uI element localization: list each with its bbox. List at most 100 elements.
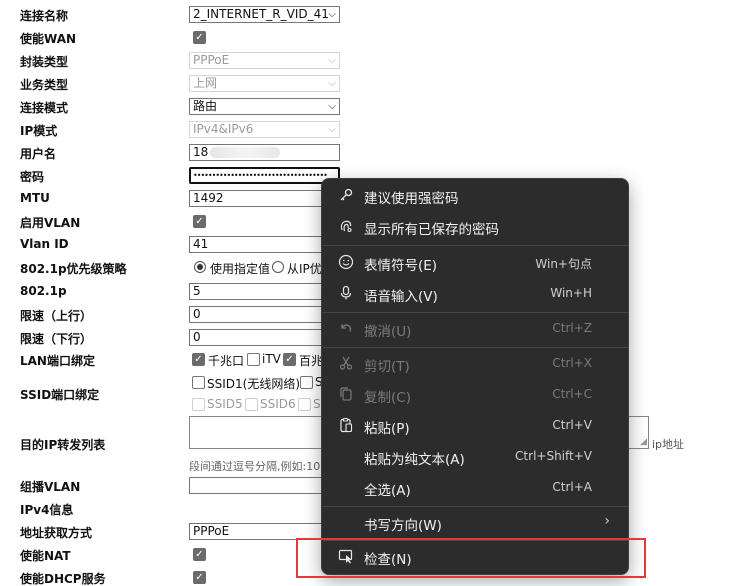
ip-mode-value: IPv4&IPv6 <box>193 122 254 136</box>
label-ip-mode: IP模式 <box>20 124 58 138</box>
menu-separator <box>323 245 629 246</box>
menu-shortcut: Ctrl+Z <box>552 321 592 335</box>
menu-shortcut: Ctrl+Shift+V <box>515 449 592 463</box>
menu-item-show-saved-passwords[interactable]: 显示所有已保存的密码 <box>328 211 624 242</box>
vlan-id-value: 41 <box>193 237 209 251</box>
menu-item-emoji[interactable]: 表情符号(E) Win+句点 <box>328 247 624 278</box>
menu-item-voice-typing[interactable]: 语音输入(V) Win+H <box>328 278 624 309</box>
priority-specified-radio[interactable] <box>194 261 206 273</box>
label-rate-limit-up: 限速（上行） <box>20 309 93 323</box>
menu-item-paste-plain-text[interactable]: 粘贴为纯文本(A) Ctrl+Shift+V <box>328 441 624 472</box>
row-connection-mode: 连接模式 路由 ⌵ <box>0 95 750 118</box>
rate-limit-down-value: 0 <box>193 330 201 344</box>
rate-limit-down-input[interactable]: 0 <box>189 329 340 346</box>
key-icon <box>338 187 354 203</box>
fingerprint-key-icon <box>338 218 354 234</box>
label-enable-dhcp: 使能DHCP服务 <box>20 572 106 586</box>
menu-shortcut: Ctrl+V <box>552 418 592 432</box>
label-enable-vlan: 启用VLAN <box>20 216 81 230</box>
label-mtu: MTU <box>20 191 50 205</box>
chevron-right-icon: › <box>604 513 610 529</box>
label-rate-limit-down: 限速（下行） <box>20 332 93 346</box>
ssid1-checkbox[interactable] <box>192 376 205 389</box>
lan-gigabit-checkbox[interactable]: ✓ <box>192 353 205 366</box>
vlan-id-input[interactable]: 41 <box>189 236 340 253</box>
ssid7-checkbox[interactable] <box>298 398 311 411</box>
label-vlan-id: Vlan ID <box>20 237 69 251</box>
emoji-icon <box>338 254 354 270</box>
resize-grip-icon[interactable]: ◢ <box>640 437 647 447</box>
row-ip-mode: IP模式 IPv4&IPv6 ⌵ <box>0 118 750 141</box>
label-lan-binding: LAN端口绑定 <box>20 354 95 368</box>
dest-ip-hint: 段间通过逗号分隔,例如:10 <box>189 460 321 473</box>
label-multicast-vlan: 组播VLAN <box>20 480 81 494</box>
highlight-annotation-box <box>296 538 646 578</box>
label-enable-wan: 使能WAN <box>20 32 77 46</box>
menu-item-copy[interactable]: 复制(C) Ctrl+C <box>328 379 624 410</box>
ssid2-checkbox[interactable] <box>300 376 313 389</box>
menu-shortcut: Ctrl+A <box>552 480 592 494</box>
menu-label: 粘贴(P) <box>364 421 410 437</box>
ssid5-checkbox[interactable] <box>192 398 205 411</box>
menu-item-undo[interactable]: 撤消(U) Ctrl+Z <box>328 313 624 344</box>
service-type-select[interactable]: 上网 ⌵ <box>189 75 340 92</box>
microphone-icon <box>338 285 354 301</box>
menu-shortcut: Win+H <box>550 286 592 300</box>
menu-shortcut: Ctrl+X <box>552 356 592 370</box>
menu-shortcut: Win+句点 <box>535 257 592 271</box>
enable-wan-checkbox[interactable]: ✓ <box>193 31 206 44</box>
chevron-down-icon: ⌵ <box>328 78 336 89</box>
enable-nat-checkbox[interactable]: ✓ <box>193 548 206 561</box>
menu-item-select-all[interactable]: 全选(A) Ctrl+A <box>328 472 624 503</box>
lan-100m-checkbox[interactable]: ✓ <box>283 353 296 366</box>
username-input[interactable]: 18 <box>189 144 340 161</box>
ssid6-label: SSID6 <box>260 397 296 411</box>
priority-specified-label: 使用指定值 <box>210 262 271 276</box>
ssid6-checkbox[interactable] <box>245 398 258 411</box>
priority-from-ip-radio[interactable] <box>272 261 284 273</box>
ip-mode-select[interactable]: IPv4&IPv6 ⌵ <box>189 121 340 138</box>
ssid5-label: SSID5 <box>207 397 243 411</box>
connection-name-select[interactable]: 2_INTERNET_R_VID_41 ⌵ <box>189 6 340 23</box>
chevron-down-icon: ⌵ <box>328 9 336 20</box>
menu-item-writing-direction[interactable]: 书写方向(W) › <box>328 507 624 538</box>
label-8021p: 802.1p <box>20 284 67 298</box>
menu-item-suggest-strong-password[interactable]: 建议使用强密码 <box>328 180 624 211</box>
service-type-value: 上网 <box>193 76 218 90</box>
menu-label: 显示所有已保存的密码 <box>364 222 499 238</box>
menu-label: 剪切(T) <box>364 359 410 375</box>
undo-icon <box>338 320 354 336</box>
connection-mode-select[interactable]: 路由 ⌵ <box>189 98 340 115</box>
8021p-value: 5 <box>193 284 201 298</box>
username-value: 18 <box>193 145 209 159</box>
label-ipv4-info: IPv4信息 <box>20 503 74 517</box>
chevron-down-icon: ⌵ <box>328 101 336 112</box>
encapsulation-value: PPPoE <box>193 53 230 67</box>
label-priority-policy: 802.1p优先级策略 <box>20 262 127 276</box>
password-input[interactable]: •••••••••••••••••••••••••••••••••••• <box>189 167 340 184</box>
lan-itv-checkbox[interactable] <box>247 353 260 366</box>
enable-dhcp-checkbox[interactable]: ✓ <box>193 571 206 584</box>
row-encapsulation: 封装类型 PPPoE ⌵ <box>0 49 750 72</box>
multicast-vlan-input[interactable] <box>189 477 340 494</box>
menu-shortcut: Ctrl+C <box>552 387 592 401</box>
menu-item-paste[interactable]: 粘贴(P) Ctrl+V <box>328 410 624 441</box>
rate-limit-up-input[interactable]: 0 <box>189 306 340 323</box>
label-dest-ip-list: 目的IP转发列表 <box>20 438 106 452</box>
label-service-type: 业务类型 <box>20 78 69 92</box>
lan-itv-label: iTV <box>262 352 281 366</box>
menu-label: 表情符号(E) <box>364 258 438 274</box>
menu-item-cut[interactable]: 剪切(T) Ctrl+X <box>328 348 624 379</box>
mtu-value: 1492 <box>193 191 224 205</box>
enable-vlan-checkbox[interactable]: ✓ <box>193 215 206 228</box>
row-service-type: 业务类型 上网 ⌵ <box>0 72 750 95</box>
connection-mode-value: 路由 <box>193 99 218 113</box>
mtu-input[interactable]: 1492 <box>189 190 340 207</box>
label-password: 密码 <box>20 170 45 184</box>
row-connection-name: 连接名称 2_INTERNET_R_VID_41 ⌵ <box>0 3 750 26</box>
encapsulation-select[interactable]: PPPoE ⌵ <box>189 52 340 69</box>
ssid1-label: SSID1(无线网络) <box>207 377 301 391</box>
8021p-input[interactable]: 5 <box>189 283 340 300</box>
menu-label: 粘贴为纯文本(A) <box>364 452 465 468</box>
rate-limit-up-value: 0 <box>193 307 201 321</box>
